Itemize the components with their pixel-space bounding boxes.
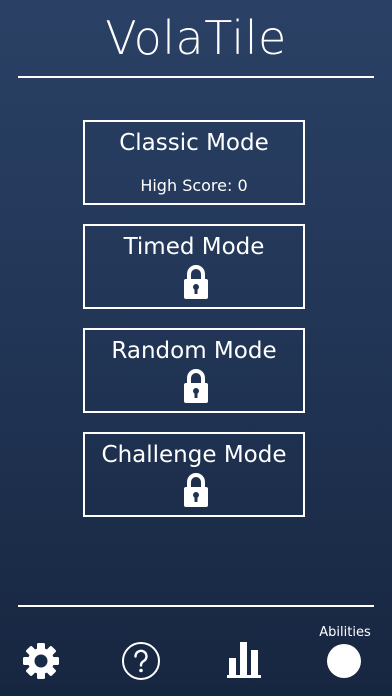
bottom-divider (18, 605, 374, 607)
timed-mode-button[interactable]: Timed Mode (83, 224, 305, 309)
high-score-text: High Score: 0 (140, 176, 248, 195)
filled-circle-icon[interactable] (326, 643, 362, 679)
timed-mode-label: Timed Mode (123, 234, 265, 260)
challenge-mode-button[interactable]: Challenge Mode (83, 432, 305, 517)
challenge-mode-label: Challenge Mode (101, 442, 287, 468)
lock-icon (184, 473, 208, 507)
question-mark-circle-icon[interactable] (121, 641, 161, 681)
app-title: VolaTile (105, 11, 287, 65)
gear-icon[interactable] (22, 642, 60, 680)
classic-mode-button[interactable]: Classic Mode High Score: 0 (83, 120, 305, 205)
main-menu-screen: VolaTile Classic Mode High Score: 0 Time… (0, 0, 392, 696)
abilities-label: Abilities (319, 625, 371, 640)
lock-icon (184, 369, 208, 403)
top-divider (18, 76, 374, 78)
random-mode-button[interactable]: Random Mode (83, 328, 305, 413)
bar-chart-icon[interactable] (227, 640, 261, 678)
random-mode-label: Random Mode (111, 338, 277, 364)
lock-icon (184, 265, 208, 299)
classic-mode-label: Classic Mode (119, 130, 269, 156)
